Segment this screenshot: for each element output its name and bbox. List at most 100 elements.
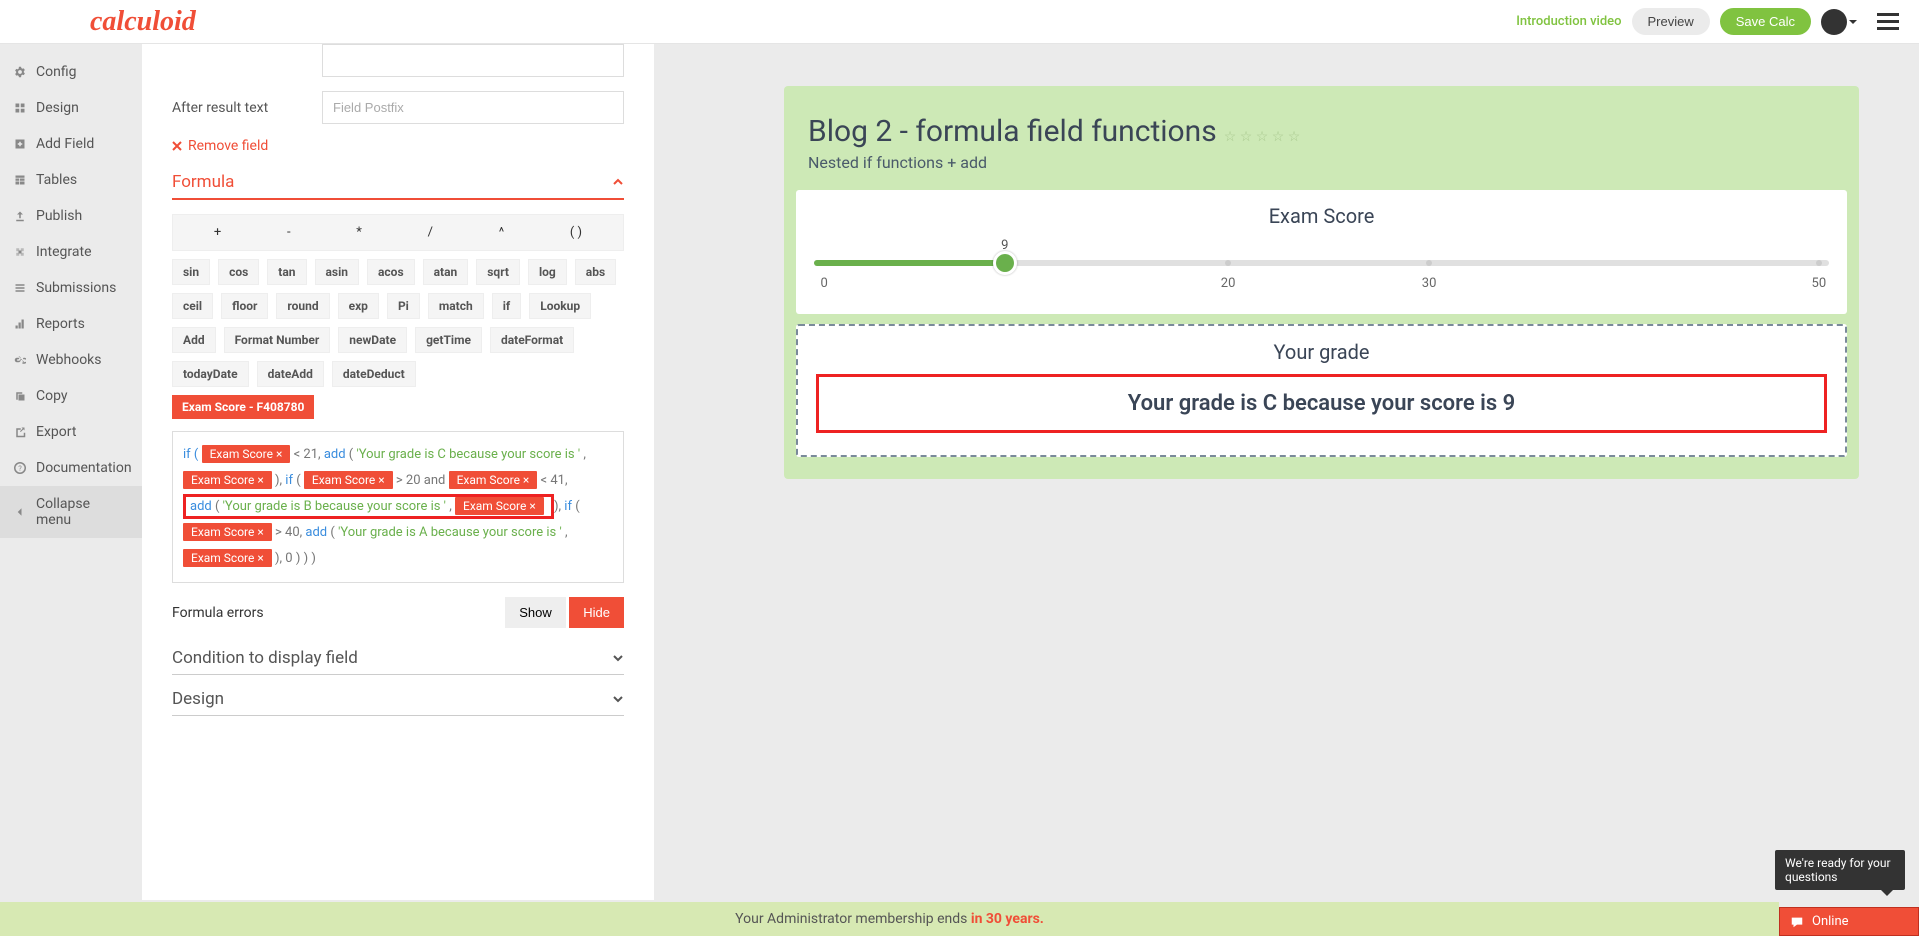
- design-section-header[interactable]: Design: [172, 689, 624, 716]
- op-minus[interactable]: -: [287, 225, 291, 240]
- fn-btn-atan[interactable]: atan: [423, 259, 469, 285]
- sidebar-item-add-field[interactable]: Add Field: [0, 126, 142, 162]
- editor-panel: After result text Remove field Formula +…: [142, 44, 654, 900]
- sidebar-item-export[interactable]: Export: [0, 414, 142, 450]
- export-icon: [14, 426, 26, 438]
- sidebar-label: Integrate: [36, 244, 92, 260]
- op-plus[interactable]: +: [214, 225, 221, 240]
- sidebar-item-webhooks[interactable]: Webhooks: [0, 342, 142, 378]
- chevron-up-icon: [612, 176, 624, 188]
- chip-exam-score[interactable]: Exam Score ×: [304, 471, 393, 489]
- fn-btn-match[interactable]: match: [428, 293, 484, 319]
- fn-btn-todaydate[interactable]: todayDate: [172, 361, 249, 387]
- field-chip-exam-score[interactable]: Exam Score - F408780: [172, 395, 314, 419]
- fn-btn-abs[interactable]: abs: [575, 259, 616, 285]
- fn-btn-tan[interactable]: tan: [267, 259, 306, 285]
- op-paren[interactable]: ( ): [570, 225, 582, 240]
- after-result-input[interactable]: [322, 91, 624, 124]
- chat-bubble[interactable]: We're ready for your questions: [1775, 850, 1905, 890]
- fn-btn-gettime[interactable]: getTime: [415, 327, 482, 353]
- fn-btn-log[interactable]: log: [528, 259, 567, 285]
- sidebar-label: Webhooks: [36, 352, 102, 368]
- sidebar-item-publish[interactable]: Publish: [0, 198, 142, 234]
- close-icon: [172, 141, 182, 151]
- sidebar-item-design[interactable]: Design: [0, 90, 142, 126]
- show-errors-button[interactable]: Show: [505, 597, 566, 628]
- fn-btn-pi[interactable]: Pi: [387, 293, 420, 319]
- hamburger-menu[interactable]: [1877, 13, 1899, 30]
- formula-editor[interactable]: if ( Exam Score × < 21, add ( 'Your grad…: [172, 431, 624, 583]
- fn-btn-datededuct[interactable]: dateDeduct: [332, 361, 416, 387]
- sidebar-label: Tables: [36, 172, 77, 188]
- exam-score-title: Exam Score: [814, 204, 1829, 228]
- fn-btn-dateadd[interactable]: dateAdd: [257, 361, 324, 387]
- sidebar-item-copy[interactable]: Copy: [0, 378, 142, 414]
- intro-video-link[interactable]: Introduction video: [1516, 14, 1621, 29]
- header: calculoid Introduction video Preview Sav…: [0, 0, 1919, 44]
- chip-exam-score[interactable]: Exam Score ×: [455, 497, 544, 515]
- header-right: Introduction video Preview Save Calc: [1516, 8, 1899, 35]
- footer-emphasis: in 30 years.: [971, 911, 1044, 927]
- before-result-input[interactable]: [322, 44, 624, 77]
- sidebar-item-submissions[interactable]: Submissions: [0, 270, 142, 306]
- fn-btn-newdate[interactable]: newDate: [338, 327, 407, 353]
- slider-fill: [814, 260, 1005, 266]
- chip-exam-score[interactable]: Exam Score ×: [183, 523, 272, 541]
- fn-btn-format-number[interactable]: Format Number: [224, 327, 331, 353]
- preview-button[interactable]: Preview: [1632, 8, 1710, 35]
- fn-btn-sqrt[interactable]: sqrt: [476, 259, 520, 285]
- slider-thumb[interactable]: [993, 251, 1017, 275]
- fn-btn-round[interactable]: round: [276, 293, 329, 319]
- sidebar-item-config[interactable]: Config: [0, 54, 142, 90]
- sidebar-item-integrate[interactable]: Integrate: [0, 234, 142, 270]
- slider-tick: [1426, 260, 1432, 266]
- grade-title: Your grade: [816, 340, 1827, 364]
- exam-score-slider[interactable]: 9 0 20 30 50: [814, 238, 1829, 292]
- after-result-row: After result text: [172, 91, 624, 124]
- integrate-icon: [14, 246, 26, 258]
- fn-btn-cos[interactable]: cos: [218, 259, 259, 285]
- save-calc-button[interactable]: Save Calc: [1720, 8, 1811, 35]
- op-pow[interactable]: ^: [499, 225, 504, 240]
- user-menu[interactable]: [1821, 9, 1857, 35]
- op-mult[interactable]: *: [356, 225, 362, 240]
- sidebar-item-collapse[interactable]: Collapse menu: [0, 486, 142, 538]
- fn-btn-acos[interactable]: acos: [367, 259, 415, 285]
- fn-btn-if[interactable]: if: [492, 293, 521, 319]
- caret-down-icon: [1849, 20, 1857, 24]
- condition-section-header[interactable]: Condition to display field: [172, 648, 624, 675]
- rating-stars[interactable]: ☆ ☆ ☆ ☆ ☆: [1220, 129, 1300, 145]
- chip-exam-score[interactable]: Exam Score ×: [183, 549, 272, 567]
- fn-btn-floor[interactable]: floor: [221, 293, 268, 319]
- chip-exam-score[interactable]: Exam Score ×: [449, 471, 538, 489]
- sidebar-item-reports[interactable]: Reports: [0, 306, 142, 342]
- fn-btn-dateformat[interactable]: dateFormat: [490, 327, 574, 353]
- chip-exam-score[interactable]: Exam Score ×: [183, 471, 272, 489]
- calc-subtitle: Nested if functions + add: [796, 153, 1847, 190]
- remove-field-button[interactable]: Remove field: [172, 138, 624, 154]
- formula-errors-label: Formula errors: [172, 605, 264, 621]
- fn-btn-lookup[interactable]: Lookup: [529, 293, 591, 319]
- chat-tab[interactable]: Online: [1779, 907, 1919, 936]
- design-section-title: Design: [172, 689, 224, 709]
- help-icon: ?: [14, 462, 26, 474]
- fn-btn-asin[interactable]: asin: [315, 259, 360, 285]
- hide-errors-button[interactable]: Hide: [569, 597, 624, 628]
- grade-block[interactable]: Your grade Your grade is C because your …: [796, 324, 1847, 457]
- slider-track: [814, 260, 1829, 266]
- op-div[interactable]: /: [428, 225, 433, 240]
- formula-title: Formula: [172, 172, 234, 192]
- fn-btn-sin[interactable]: sin: [172, 259, 210, 285]
- upload-icon: [14, 210, 26, 222]
- fn-btn-ceil[interactable]: ceil: [172, 293, 213, 319]
- sidebar-label: Export: [36, 424, 76, 440]
- sidebar: Config Design Add Field Tables Publish I…: [0, 44, 142, 900]
- logo[interactable]: calculoid: [90, 6, 196, 38]
- fn-btn-exp[interactable]: exp: [338, 293, 379, 319]
- sidebar-item-tables[interactable]: Tables: [0, 162, 142, 198]
- sidebar-item-documentation[interactable]: ? Documentation: [0, 450, 142, 486]
- chip-exam-score[interactable]: Exam Score ×: [202, 445, 291, 463]
- formula-section-header[interactable]: Formula: [172, 172, 624, 200]
- exam-score-block: Exam Score 9 0 20 30 5: [796, 190, 1847, 314]
- fn-btn-add[interactable]: Add: [172, 327, 216, 353]
